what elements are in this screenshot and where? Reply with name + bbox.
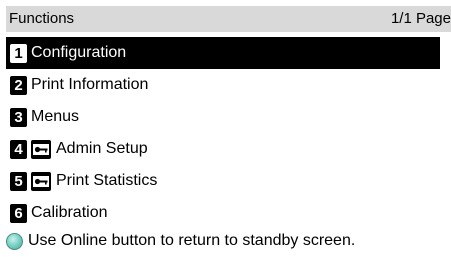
functions-menu: 1 Configuration 2 Print Information 3 Me…	[6, 37, 440, 229]
menu-item-label: Print Information	[31, 76, 149, 93]
menu-number-badge: 4	[10, 139, 27, 159]
menu-item-label: Print Statistics	[56, 172, 158, 189]
printer-panel-screen: Functions 1/1 Page 1 Configuration 2 Pri…	[0, 0, 451, 257]
menu-item-configuration[interactable]: 1 Configuration	[6, 37, 440, 69]
footer-message: Use Online button to return to standby s…	[28, 232, 356, 249]
menu-number-badge: 1	[10, 43, 27, 63]
menu-number-badge: 3	[10, 107, 27, 127]
menu-item-admin-setup[interactable]: 4 Admin Setup	[6, 133, 440, 165]
menu-number-badge: 2	[10, 75, 27, 95]
menu-item-print-statistics[interactable]: 5 Print Statistics	[6, 165, 440, 197]
header-bar: Functions 1/1 Page	[6, 6, 451, 32]
key-icon	[31, 171, 51, 191]
menu-item-label: Menus	[31, 108, 80, 125]
page-title: Functions	[9, 10, 75, 27]
key-icon	[31, 139, 51, 159]
page-indicator: 1/1 Page	[390, 10, 451, 27]
menu-item-calibration[interactable]: 6 Calibration	[6, 197, 440, 229]
menu-item-menus[interactable]: 3 Menus	[6, 101, 440, 133]
menu-item-label: Admin Setup	[56, 140, 148, 157]
online-button-icon	[6, 232, 23, 250]
menu-item-label: Configuration	[31, 44, 127, 61]
footer-hint: Use Online button to return to standby s…	[6, 229, 451, 253]
menu-item-print-information[interactable]: 2 Print Information	[6, 69, 440, 101]
menu-number-badge: 6	[10, 203, 27, 223]
menu-number-badge: 5	[10, 171, 27, 191]
menu-item-label: Calibration	[31, 204, 108, 221]
